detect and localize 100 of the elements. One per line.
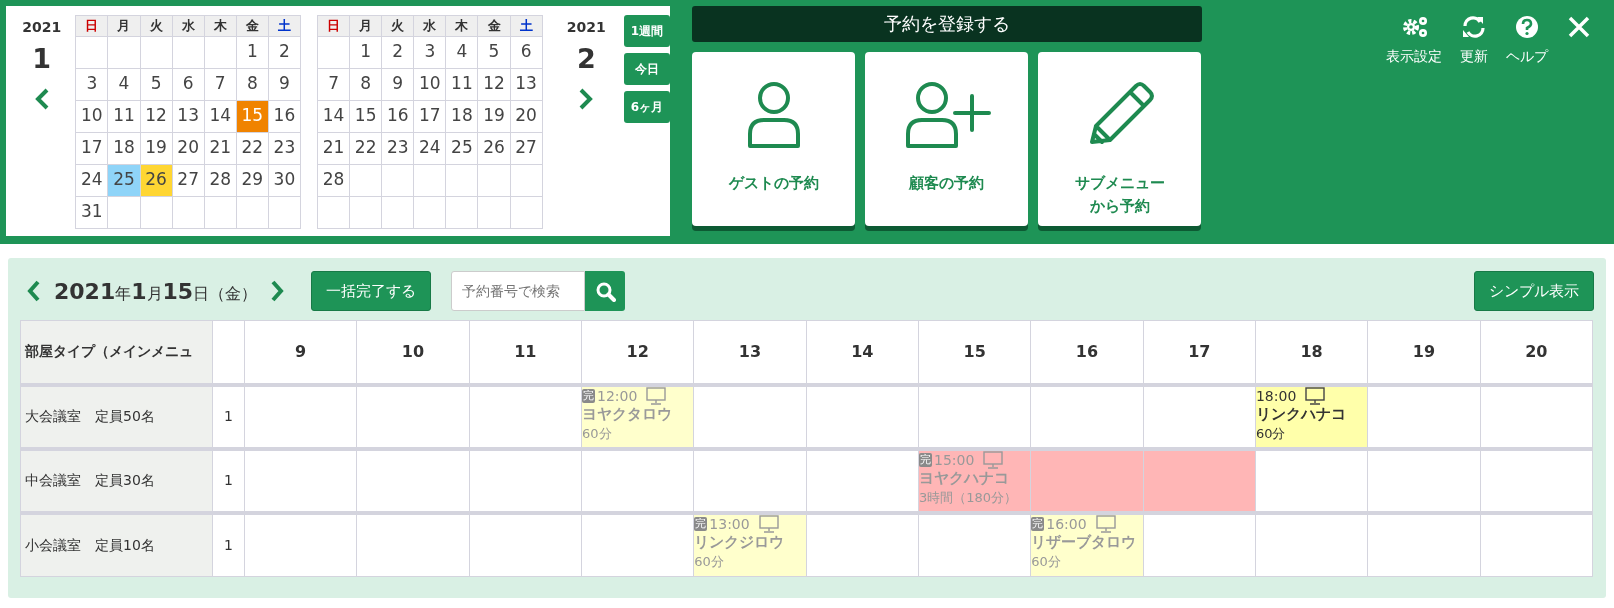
room-count: 1	[212, 512, 245, 577]
calendar-day[interactable]: 16	[381, 100, 414, 132]
calendar-day[interactable]: 23	[381, 132, 414, 164]
gears-button[interactable]: 表示設定	[1386, 14, 1442, 67]
card-label: サブメニュー	[1074, 173, 1165, 194]
booking-duration: 3時間（180分）	[918, 488, 1019, 507]
weekday-label: 水	[172, 15, 205, 36]
calendar-day[interactable]: 1	[349, 36, 382, 68]
calendar-day[interactable]: 27	[510, 132, 543, 164]
weekday-label: 金	[477, 15, 511, 36]
calendar-day[interactable]: 5	[477, 36, 511, 68]
calendar-day[interactable]: 27	[172, 164, 205, 196]
calendar-day[interactable]: 20	[172, 132, 205, 164]
calendar-day[interactable]: 22	[349, 132, 382, 164]
tool-label: 更新	[1460, 47, 1488, 66]
calendar-day[interactable]: 8	[236, 68, 269, 100]
monitor-icon	[758, 514, 779, 533]
refresh-button[interactable]: 更新	[1460, 14, 1488, 67]
calendar-day[interactable]: 13	[510, 68, 543, 100]
calendar-day[interactable]: 9	[381, 68, 414, 100]
calendar-day[interactable]: 11	[445, 68, 478, 100]
calendar-day[interactable]: 23	[268, 132, 301, 164]
calendar-day[interactable]: 6	[510, 36, 543, 68]
calendar-day[interactable]: 20	[510, 100, 543, 132]
monitor-icon	[983, 450, 1004, 469]
weekday-label: 木	[445, 15, 478, 36]
calendar-day[interactable]: 21	[204, 132, 237, 164]
calendar-day[interactable]: 3	[413, 36, 446, 68]
calendar-day[interactable]: 12	[140, 100, 173, 132]
calendar-day[interactable]: 16	[268, 100, 301, 132]
calendar-day[interactable]: 15	[349, 100, 382, 132]
help-button[interactable]: ヘルプ	[1506, 14, 1548, 67]
calendar-day[interactable]: 10	[75, 100, 108, 132]
chevron-left-icon[interactable]	[26, 280, 42, 302]
search-button[interactable]	[585, 271, 626, 311]
booking-name: ヨヤクハナコ	[918, 469, 1010, 489]
chevron-left-icon[interactable]	[33, 87, 50, 110]
calendar-day[interactable]: 25	[445, 132, 478, 164]
calendar-day[interactable]: 28	[204, 164, 237, 196]
weekday-label: 月	[349, 15, 382, 36]
booking-time: 18:00	[1255, 386, 1297, 406]
bulk-complete-button[interactable]: 一括完了する	[311, 271, 432, 311]
column-header: 部屋タイプ（メインメニュ	[20, 320, 213, 385]
calendar-day[interactable]: 3	[75, 68, 108, 100]
calendar-day[interactable]: 11	[107, 100, 140, 132]
calendar-day[interactable]: 18	[107, 132, 140, 164]
hour-header: 10	[356, 320, 470, 385]
calendar-day[interactable]: 2	[381, 36, 414, 68]
done-badge: 完	[1031, 516, 1045, 532]
calendar-day[interactable]: 2	[268, 36, 301, 68]
calendar-day[interactable]: 19	[140, 132, 173, 164]
calendar-day[interactable]: 24	[75, 164, 108, 196]
booking-block[interactable]: 18:00 リンクハナコ 60分	[1255, 384, 1368, 449]
calendar-day[interactable]: 17	[75, 132, 108, 164]
calendar-day[interactable]: 29	[236, 164, 269, 196]
chevron-right-icon[interactable]	[269, 280, 286, 302]
hour-header: 12	[581, 320, 694, 385]
range-button[interactable]: 今日	[624, 53, 670, 85]
weekday-label: 土	[268, 15, 301, 36]
calendar-day[interactable]: 1	[236, 36, 269, 68]
year-label: 2021	[566, 18, 606, 37]
calendar-day[interactable]: 4	[107, 68, 140, 100]
booking-time: 12:00	[597, 386, 638, 406]
refresh-icon	[1460, 14, 1488, 40]
calendar-day[interactable]: 19	[477, 100, 511, 132]
calendar-day[interactable]: 10	[413, 68, 446, 100]
calendar-day[interactable]: 7	[204, 68, 237, 100]
search-field[interactable]: 予約番号で検索	[451, 271, 586, 311]
simple-view-button[interactable]: シンプル表示	[1474, 271, 1594, 311]
calendar-day[interactable]: 18	[445, 100, 478, 132]
hour-header: 11	[469, 320, 582, 385]
month-label: 2	[576, 44, 596, 74]
calendar-day[interactable]: 4	[445, 36, 478, 68]
calendar-day[interactable]: 5	[140, 68, 173, 100]
range-button[interactable]: 6ヶ月	[624, 91, 670, 123]
calendar-day[interactable]: 22	[236, 132, 269, 164]
calendar-day[interactable]: 26	[477, 132, 511, 164]
calendar-day[interactable]: 6	[172, 68, 205, 100]
booking-time: 13:00	[709, 514, 750, 534]
calendar-day[interactable]: 14	[317, 100, 350, 132]
calendar-day[interactable]: 28	[317, 164, 350, 196]
calendar-day[interactable]: 7	[317, 68, 350, 100]
booking-time: 16:00	[1046, 514, 1087, 534]
calendar-day[interactable]: 9	[268, 68, 301, 100]
calendar-day[interactable]: 13	[172, 100, 205, 132]
hour-header: 15	[918, 320, 1031, 385]
room-name: 大会議室 定員50名	[20, 384, 213, 449]
calendar-day[interactable]: 30	[268, 164, 301, 196]
calendar-day[interactable]: 8	[349, 68, 382, 100]
calendar-day[interactable]: 31	[75, 196, 108, 228]
calendar-day[interactable]: 24	[413, 132, 446, 164]
help-icon	[1513, 14, 1541, 40]
calendar-day[interactable]: 12	[477, 68, 511, 100]
calendar-day[interactable]: 17	[413, 100, 446, 132]
calendar-day[interactable]: 21	[317, 132, 350, 164]
range-button[interactable]: 1週間	[624, 15, 670, 47]
weekday-label: 日	[75, 15, 108, 36]
calendar-day[interactable]: 14	[204, 100, 237, 132]
chevron-right-icon[interactable]	[578, 87, 595, 110]
weekday-label: 日	[317, 15, 350, 36]
